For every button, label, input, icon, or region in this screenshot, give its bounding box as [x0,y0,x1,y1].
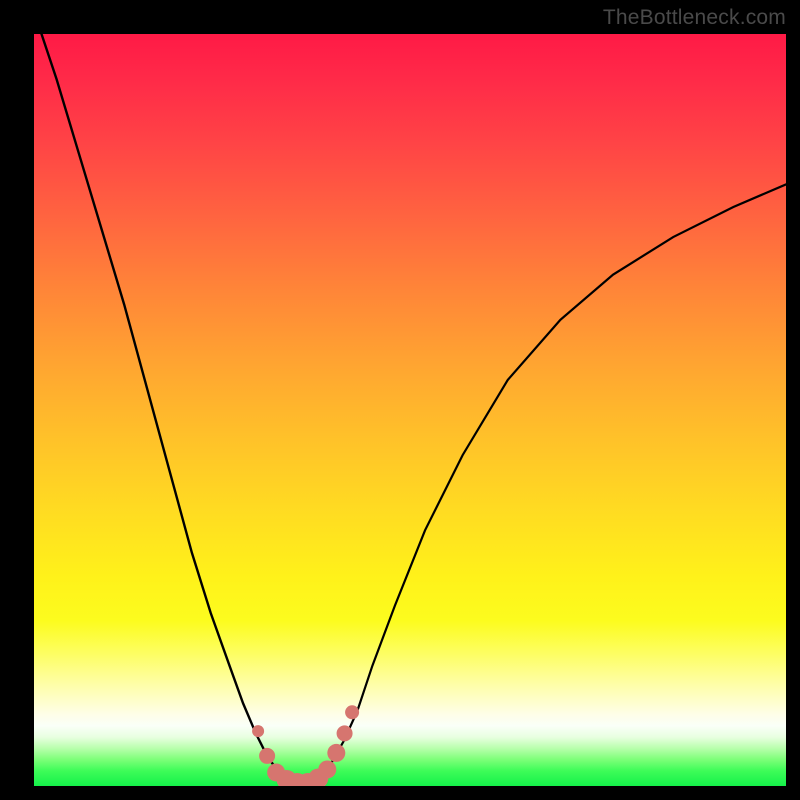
curve-layer [34,34,786,786]
curve-right-branch [320,184,786,778]
curve-left-branch [34,34,320,782]
chart-frame: TheBottleneck.com [0,0,800,800]
plot-area [34,34,786,786]
watermark-text: TheBottleneck.com [603,6,786,30]
bottom-marker-dots [252,705,359,786]
